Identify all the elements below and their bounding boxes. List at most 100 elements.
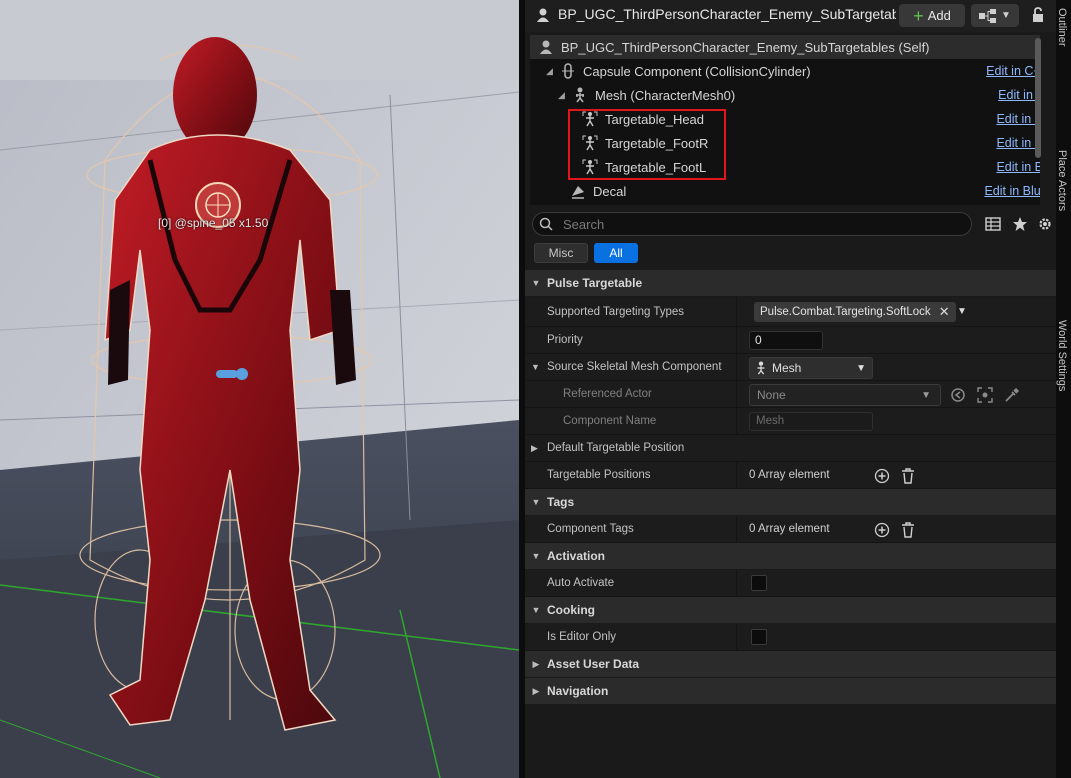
column-divider [736,624,737,650]
prop-name: Source Skeletal Mesh Component [547,361,722,373]
category-label: Activation [547,549,606,563]
category-label: Pulse Targetable [547,276,643,290]
prop-source-skeletal-mesh: ▼ Source Skeletal Mesh Component Mesh ▼ [525,354,1056,381]
edit-in-cpp-link[interactable]: Edit in C++ [986,64,1040,78]
table-view-icon[interactable] [985,216,1001,232]
prop-name: Component Name [563,415,657,427]
capsule-icon [562,63,574,79]
collapse-arrow-icon[interactable]: ◢ [546,66,556,77]
tree-item-self[interactable]: BP_UGC_ThirdPersonCharacter_Enemy_SubTar… [530,35,1040,59]
tab-place-actors[interactable]: Place Actors [1056,150,1068,211]
add-element-icon[interactable] [874,468,890,484]
trash-icon[interactable] [900,522,916,538]
priority-input[interactable]: 0 [749,331,823,350]
tree-item-mesh[interactable]: ◢ Mesh (CharacterMesh0) Edit in C++ [530,83,1040,107]
skeletal-mesh-icon [757,361,765,375]
collapse-arrow-icon: ▼ [531,497,541,507]
column-divider [736,327,737,353]
chevron-down-icon: ▼ [921,389,931,401]
plus-icon: + [913,5,924,26]
add-component-button[interactable]: + Add [899,4,965,27]
add-element-icon[interactable] [874,522,890,538]
remove-tag-icon[interactable]: ✕ [939,304,950,320]
collapse-arrow-icon[interactable]: ▼ [531,362,540,372]
column-divider [736,570,737,596]
is-editor-only-checkbox[interactable] [751,629,767,645]
prop-name: Referenced Actor [563,388,652,400]
tree-item-label: Decal [593,183,627,199]
column-divider [736,381,737,407]
tree-scrollbar[interactable] [1035,38,1041,158]
prop-referenced-actor: Referenced Actor None ▼ [525,381,1056,408]
gameplay-tag-chip[interactable]: Pulse.Combat.Targeting.SoftLock ✕ [754,302,956,322]
prop-name: Default Targetable Position [547,442,685,454]
collapse-arrow-icon: ▼ [531,605,541,615]
category-cooking[interactable]: ▼ Cooking [525,597,1056,623]
lock-icon[interactable] [1030,7,1046,23]
tab-outliner[interactable]: Outliner [1056,8,1068,47]
collapse-arrow-icon: ▼ [531,551,541,561]
search-input[interactable] [561,215,945,233]
prop-name: Targetable Positions [547,469,651,481]
prop-auto-activate: Auto Activate [525,570,1056,597]
column-divider [736,297,737,326]
filter-all-button[interactable]: All [594,243,638,263]
tab-world-settings[interactable]: World Settings [1056,320,1068,391]
picker-value: Mesh [772,361,802,375]
auto-activate-checkbox[interactable] [751,575,767,591]
viewport-scene [0,0,519,778]
actor-picker[interactable]: None ▼ [749,384,941,406]
edit-in-blueprint-link[interactable]: Edit in Blueprint [996,136,1040,150]
chevron-down-icon: ▼ [1001,10,1011,21]
expand-arrow-icon: ▶ [532,658,540,669]
category-navigation[interactable]: ▶ Navigation [525,678,1056,704]
prop-name: Supported Targeting Types [547,306,685,318]
category-asset-user-data[interactable]: ▶ Asset User Data [525,651,1056,677]
prop-priority: Priority 0 [525,327,1056,354]
mesh-component-picker[interactable]: Mesh ▼ [749,357,873,379]
edit-in-blueprint-link[interactable]: Edit in Blueprint [984,184,1040,198]
column-divider [736,462,737,488]
blueprint-options-button[interactable]: ▼ [971,4,1019,27]
decal-icon [572,186,584,199]
category-label: Asset User Data [547,657,640,671]
filter-misc-button[interactable]: Misc [534,243,588,263]
category-pulse-targetable[interactable]: ▼ Pulse Targetable [525,270,1056,296]
tree-item-capsule[interactable]: ◢ Capsule Component (CollisionCylinder) … [530,59,1040,83]
array-count: 0 Array element [749,469,830,481]
category-label: Navigation [547,684,609,698]
star-icon[interactable] [1012,216,1028,232]
collapse-arrow-icon[interactable]: ◢ [558,90,568,101]
prop-default-targetable-position: ▶ Default Targetable Position [525,435,1056,462]
chevron-down-icon[interactable]: ▼ [957,306,967,317]
search-bar[interactable] [532,212,972,236]
add-button-label: Add [927,8,951,23]
prop-name: Component Tags [547,523,634,535]
expand-arrow-icon: ▶ [532,685,540,696]
search-icon [539,217,553,231]
category-activation[interactable]: ▼ Activation [525,543,1056,569]
level-viewport[interactable]: [0] @spine_05 x1.50 [0,0,519,778]
hierarchy-icon [979,8,997,23]
column-divider [736,516,737,542]
tree-item-decal[interactable]: Decal Edit in Blueprint [530,179,1040,203]
trash-icon[interactable] [900,468,916,484]
edit-in-blueprint-link[interactable]: Edit in Blueprint [996,160,1040,174]
actor-icon [537,8,549,22]
eyedropper-icon[interactable] [1004,387,1020,403]
edit-in-cpp-link[interactable]: Edit in C++ [998,88,1040,102]
selection-highlight-box [568,109,726,180]
browse-actor-icon[interactable] [977,387,993,403]
prop-component-tags: Component Tags 0 Array element [525,516,1056,543]
use-selected-icon[interactable] [950,387,966,403]
blueprint-title: BP_UGC_ThirdPersonCharacter_Enemy_SubTar… [558,6,896,22]
edit-in-blueprint-link[interactable]: Edit in Blueprint [996,112,1040,126]
tag-value: Pulse.Combat.Targeting.SoftLock [760,306,931,318]
bone-label: [0] @spine_05 x1.50 [158,216,269,230]
prop-supported-targeting-types: Supported Targeting Types Pulse.Combat.T… [525,297,1056,327]
prop-name: Priority [547,334,583,346]
category-tags[interactable]: ▼ Tags [525,489,1056,515]
actor-icon [540,40,552,54]
gear-icon[interactable] [1037,216,1053,232]
expand-arrow-icon[interactable]: ▶ [531,443,538,454]
